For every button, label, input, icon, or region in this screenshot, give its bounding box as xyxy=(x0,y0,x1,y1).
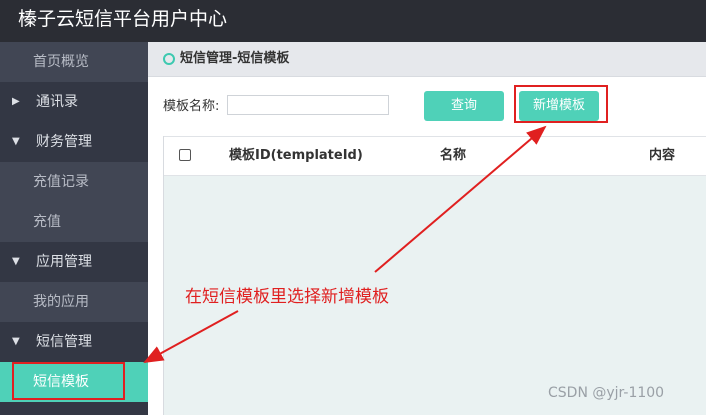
arrow-to-sidebar-item xyxy=(143,310,239,363)
annotation-text: 在短信模板里选择新增模板 xyxy=(185,287,389,307)
annotation-arrows xyxy=(143,125,547,363)
watermark: CSDN @yjr-1100 xyxy=(548,385,665,401)
arrow-to-add-button xyxy=(374,125,547,273)
